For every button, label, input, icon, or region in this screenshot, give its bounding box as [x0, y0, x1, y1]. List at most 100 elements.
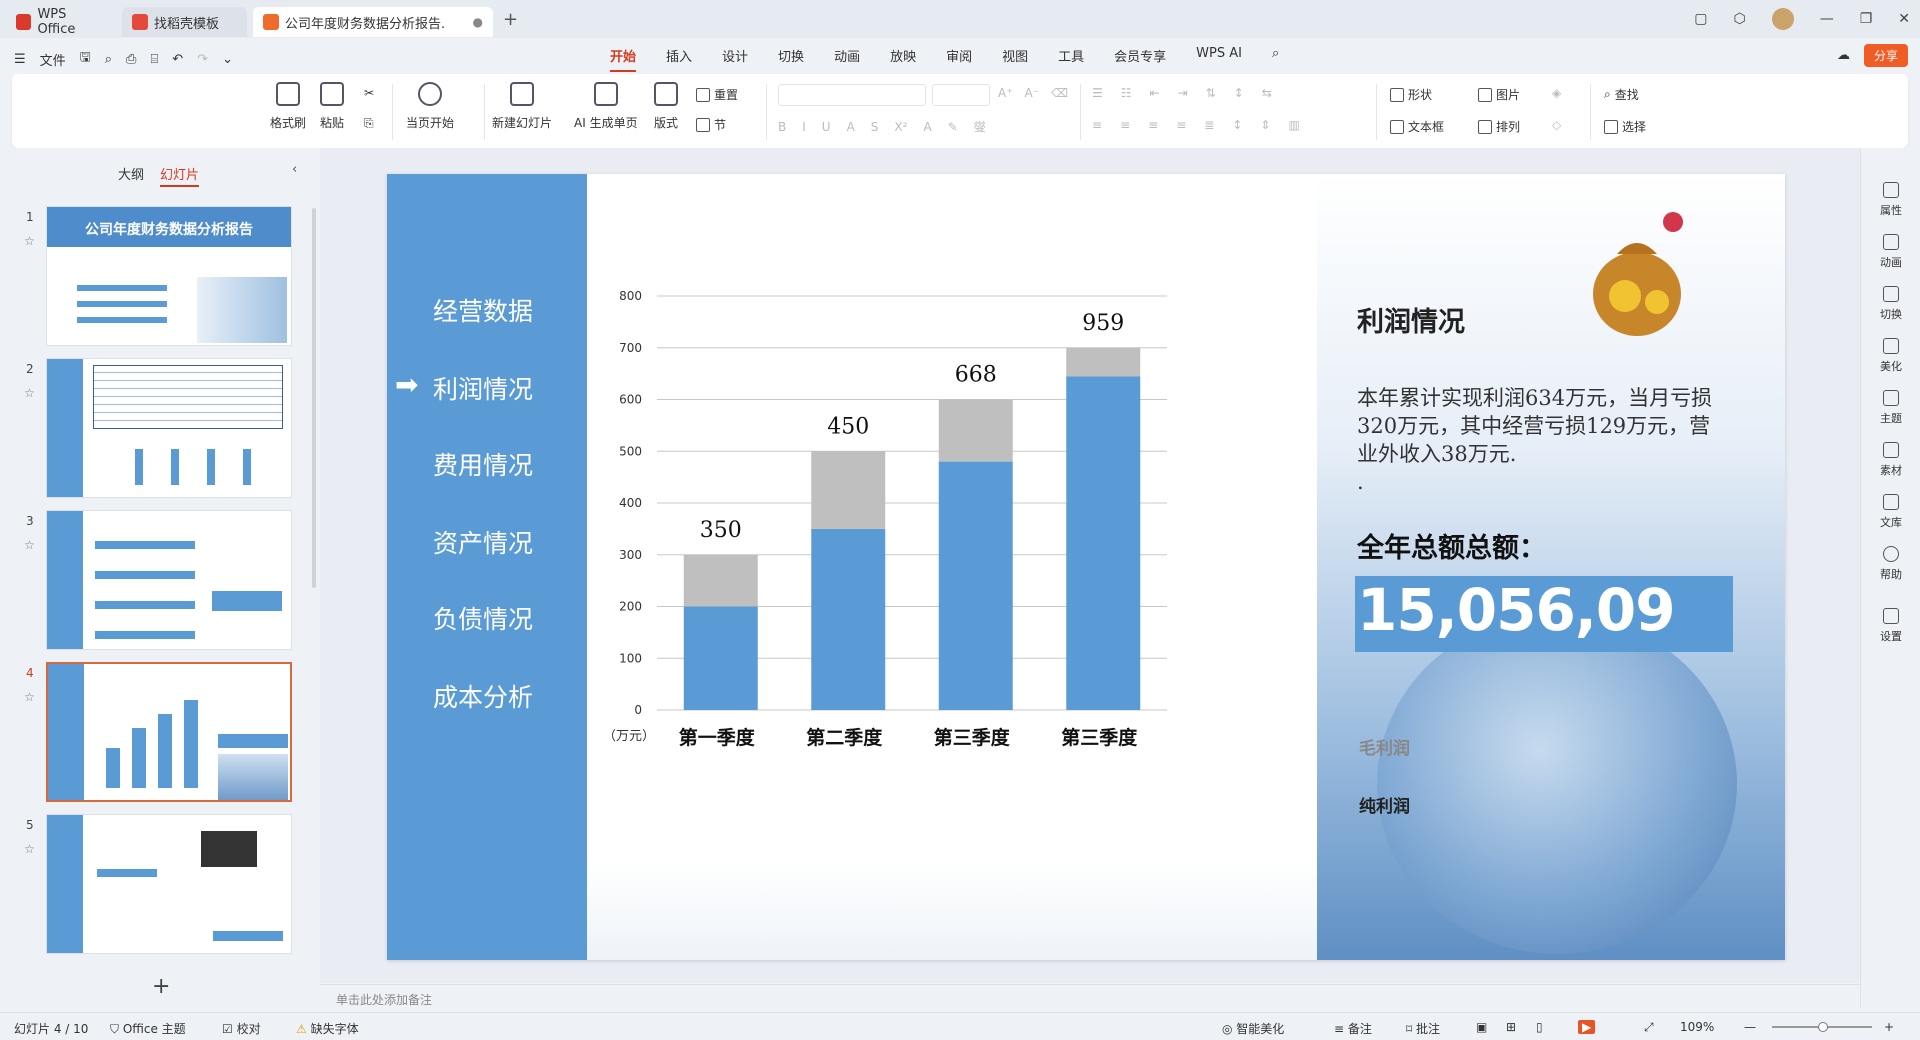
tab-review[interactable]: 审阅	[946, 46, 972, 72]
print-preview-icon[interactable]: ⌸	[150, 52, 158, 67]
beautify-button[interactable]: 美化	[1873, 338, 1909, 374]
chevron-down-icon[interactable]: ⌄	[222, 52, 233, 67]
file-menu[interactable]: 文件	[40, 50, 66, 69]
tab-templates[interactable]: 找稻壳模板	[122, 7, 247, 37]
highlight-icon[interactable]: ✎	[948, 120, 958, 134]
panel-scrollbar[interactable]	[312, 208, 316, 588]
print-icon[interactable]: ⎙	[126, 52, 136, 67]
star-icon[interactable]: ☆	[24, 842, 35, 856]
theme-button[interactable]: 主题	[1873, 390, 1909, 426]
reset-button[interactable]: 重置	[696, 86, 738, 103]
bold-icon[interactable]: B	[778, 120, 786, 134]
star-icon[interactable]: ☆	[24, 234, 35, 248]
close-tab-icon[interactable]: ●	[473, 15, 483, 29]
tab-document[interactable]: 公司年度财务数据分析报告.p ●	[253, 7, 493, 37]
play-slideshow-icon[interactable]: ▶	[1578, 1020, 1596, 1034]
tab-home[interactable]: 开始	[610, 46, 637, 72]
align-left-icon[interactable]: ≡	[1092, 118, 1102, 132]
hamburger-menu-icon[interactable]: ☰	[14, 52, 26, 67]
slide-thumbnail-4[interactable]	[46, 662, 292, 802]
bullets-icon[interactable]: ☰	[1092, 86, 1103, 100]
minimize-icon[interactable]: —	[1820, 11, 1834, 27]
cloud-upload-icon[interactable]: ☁	[1837, 48, 1850, 63]
para-spacing-icon[interactable]: ⇕	[1260, 118, 1270, 132]
section-button[interactable]: 节	[696, 116, 726, 133]
settings-button[interactable]: 设置	[1873, 608, 1909, 644]
zoom-out-icon[interactable]: —	[1744, 1020, 1756, 1034]
outdent-icon[interactable]: ⇤	[1150, 86, 1160, 100]
collapse-panel-icon[interactable]: ‹	[292, 162, 297, 177]
restore-layout-icon[interactable]: ▢	[1694, 11, 1707, 27]
tab-member[interactable]: 会员专享	[1114, 46, 1166, 72]
convert-icon[interactable]: ⇆	[1262, 86, 1272, 100]
find-button[interactable]: ⌕ 查找	[1604, 86, 1639, 103]
tab-animation[interactable]: 动画	[834, 46, 860, 72]
maximize-icon[interactable]: ❐	[1860, 11, 1873, 27]
notes-toggle[interactable]: ≡ 备注	[1334, 1020, 1372, 1037]
slides-tab[interactable]: 幻灯片	[160, 164, 200, 187]
layout-button[interactable]: 版式	[654, 82, 678, 131]
missing-font-status[interactable]: ⚠ 缺失字体	[296, 1020, 359, 1037]
tab-view[interactable]: 视图	[1002, 46, 1028, 72]
proof-status[interactable]: ☑ 校对	[222, 1020, 261, 1037]
picture-button[interactable]: 图片	[1478, 86, 1520, 103]
indent-icon[interactable]: ⇥	[1178, 86, 1188, 100]
italic-icon[interactable]: I	[802, 120, 806, 134]
tab-wps-office[interactable]: WPS Office	[6, 7, 116, 37]
tab-design[interactable]: 设计	[722, 46, 748, 72]
slide-thumbnail-1[interactable]: 公司年度财务数据分析报告	[46, 206, 292, 346]
star-icon[interactable]: ☆	[24, 538, 35, 552]
transition-button[interactable]: 切换	[1873, 286, 1909, 322]
box-icon[interactable]: ⬡	[1733, 11, 1745, 27]
outline-icon[interactable]: ◇	[1552, 118, 1561, 132]
reading-view-icon[interactable]: ▯	[1536, 1020, 1543, 1034]
fill-icon[interactable]: ◈	[1552, 86, 1561, 100]
strike-icon[interactable]: A	[847, 120, 855, 134]
play-from-current-button[interactable]: 当页开始	[406, 82, 454, 131]
tab-transition[interactable]: 切换	[778, 46, 804, 72]
close-icon[interactable]: ✕	[1898, 11, 1910, 27]
tab-tools[interactable]: 工具	[1058, 46, 1084, 72]
share-button[interactable]: 分享	[1863, 44, 1908, 67]
font-size-select[interactable]	[932, 84, 990, 106]
slide-thumbnail-5[interactable]	[46, 814, 292, 954]
star-icon[interactable]: ☆	[24, 386, 35, 400]
undo-icon[interactable]: ↶	[172, 52, 183, 67]
search-icon[interactable]: ⌕	[1272, 46, 1279, 72]
add-slide-icon[interactable]: +	[152, 974, 170, 999]
text-direction-icon[interactable]: ⇅	[1206, 86, 1216, 100]
avatar[interactable]	[1771, 8, 1794, 30]
line-spacing-icon[interactable]: ↕	[1232, 118, 1242, 132]
clear-format-icon[interactable]: ⌫	[1051, 86, 1068, 100]
superscript-icon[interactable]: X²	[894, 120, 907, 134]
format-painter-button[interactable]: 格式刷	[270, 82, 306, 131]
sort-icon[interactable]: ↕	[1234, 86, 1244, 100]
notes-input[interactable]: 单击此处添加备注	[320, 984, 1860, 1008]
help-button[interactable]: 帮助	[1873, 546, 1909, 582]
font-family-select[interactable]	[778, 84, 926, 106]
slide[interactable]: ➡ 经营数据 利润情况 费用情况 资产情况 负债情况 成本分析 0 100 200 3…	[387, 174, 1785, 960]
columns-icon[interactable]: ▥	[1288, 118, 1299, 132]
smart-beautify-button[interactable]: ◎ 智能美化	[1222, 1020, 1284, 1037]
slide-thumbnail-3[interactable]	[46, 510, 292, 650]
char-spacing-icon[interactable]: 燮	[974, 118, 986, 135]
zoom-slider-handle[interactable]	[1818, 1022, 1828, 1032]
select-button[interactable]: 选择	[1604, 118, 1646, 135]
decrease-font-icon[interactable]: A⁻	[1025, 86, 1040, 100]
slide-counter[interactable]: 幻灯片 4 / 10	[14, 1020, 88, 1037]
arrange-button[interactable]: 排列	[1478, 118, 1520, 135]
materials-button[interactable]: 素材	[1873, 442, 1909, 478]
copy-icon[interactable]: ⎘	[364, 116, 374, 131]
outline-tab[interactable]: 大纲	[118, 164, 144, 187]
distribute-icon[interactable]: ≣	[1204, 118, 1214, 132]
cut-icon[interactable]: ✂	[364, 86, 374, 100]
save-icon[interactable]: 🖫	[80, 48, 91, 70]
new-tab-icon[interactable]: +	[503, 9, 518, 30]
justify-icon[interactable]: ≡	[1176, 118, 1186, 132]
open-icon[interactable]: ⌕	[105, 52, 112, 67]
normal-view-icon[interactable]: ▣	[1476, 1020, 1487, 1034]
tab-insert[interactable]: 插入	[666, 46, 692, 72]
ai-slide-button[interactable]: AI 生成单页	[574, 82, 638, 131]
underline-icon[interactable]: U	[822, 120, 831, 134]
paste-button[interactable]: 粘贴	[320, 82, 344, 131]
